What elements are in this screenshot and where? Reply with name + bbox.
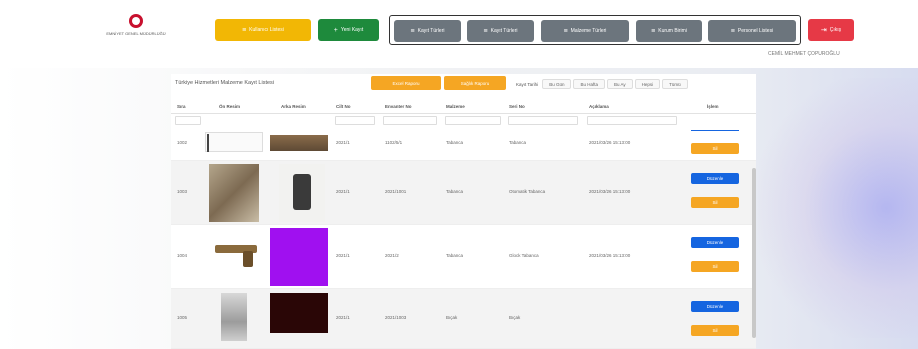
column-filter-row	[171, 114, 756, 128]
cell-aciklama: 2021/03/26 15:13:00	[589, 253, 631, 258]
police-emblem-icon	[129, 14, 143, 28]
cell-sira: 1004	[177, 253, 188, 258]
record-types-button-2[interactable]: ≡ Kayıt Türleri	[467, 20, 534, 42]
column-header: Cilt No	[336, 104, 351, 109]
column-header: Sıra	[177, 104, 186, 109]
front-image[interactable]	[209, 164, 259, 222]
filter-input-aciklama[interactable]	[587, 116, 677, 125]
cell-tur: Bıçak	[509, 315, 521, 320]
records-panel: Türkiye Hizmetleri Malzeme Kayıt Listesi…	[171, 74, 756, 349]
top-header: EMNİYET GENEL MÜDÜRLÜĞÜ ≡ Kullanıcı List…	[0, 0, 918, 68]
filter-input-malzeme[interactable]	[445, 116, 501, 125]
column-header: Seri No	[509, 104, 525, 109]
filter-tab-all[interactable]: Hepsi	[634, 79, 661, 89]
cell-cilt: 2021/1	[336, 140, 350, 145]
back-image[interactable]	[279, 164, 325, 222]
unit-button[interactable]: ≡ Kurum Birimi	[636, 20, 702, 42]
delete-button[interactable]: Sil	[691, 325, 739, 336]
cell-malzeme: Tabanca	[446, 140, 464, 145]
cell-aciklama: 2021/03/26 15:13:00	[589, 140, 631, 145]
cell-aciklama: 2021/03/26 15:13:00	[589, 189, 631, 194]
cell-malzeme: Tabanca	[446, 253, 464, 258]
logo-line-1: EMNİYET GENEL MÜDÜRLÜĞÜ	[106, 31, 166, 36]
filter-input-sira[interactable]	[175, 116, 201, 125]
cell-malzeme: Bıçak	[446, 315, 458, 320]
edit-button[interactable]: Düzenle	[691, 173, 739, 184]
cell-envanter: 2021/2	[385, 253, 399, 258]
list-icon: ≡	[651, 27, 656, 35]
column-header: Envanter No	[385, 104, 412, 109]
edit-button[interactable]: Düzenle	[691, 301, 739, 312]
column-header: Ön Resim	[219, 104, 241, 109]
filter-label: Kayıt Tarihi	[516, 81, 539, 87]
list-icon: ≡	[730, 27, 735, 35]
plus-icon: +	[333, 26, 338, 34]
table-row: 1004 2021/1 2021/2 Tabanca Glock Tabanca…	[171, 225, 756, 289]
back-image[interactable]	[270, 228, 328, 286]
table-row: 1003 2021/1 2021/1001 Tabanca Otomatik T…	[171, 161, 756, 225]
date-filter-bar: Kayıt Tarihi Bu Gün Bu Hafta Bu Ay Hepsi…	[516, 79, 688, 89]
filter-tab-today[interactable]: Bu Gün	[542, 79, 572, 89]
list-icon: ≡	[483, 27, 488, 35]
new-record-button[interactable]: + Yeni Kayıt	[318, 19, 379, 41]
front-image[interactable]	[221, 293, 247, 341]
filter-tab-total[interactable]: Tümü	[662, 79, 688, 89]
filter-tab-week[interactable]: Bu Hafta	[573, 79, 605, 89]
delete-button[interactable]: Sil	[691, 143, 739, 154]
row-divider	[691, 130, 739, 131]
table-scrollbar[interactable]	[752, 168, 756, 338]
cell-envanter: 2021/1001	[385, 189, 407, 194]
front-image[interactable]	[211, 239, 261, 269]
user-name: CEMİL MEHMET ÇOPUROĞLU	[768, 51, 840, 57]
cell-cilt: 2021/1	[336, 189, 350, 194]
cell-sira: 1005	[177, 315, 188, 320]
filter-input-seri[interactable]	[508, 116, 578, 125]
cell-envanter: 1102/5/1	[385, 140, 403, 145]
cell-malzeme: Tabanca	[446, 189, 464, 194]
column-header: Arka Resim	[281, 104, 306, 109]
filter-input-envanter[interactable]	[383, 116, 437, 125]
excel-report-button[interactable]: Excel Raporu	[371, 76, 441, 90]
back-image[interactable]	[270, 293, 328, 333]
user-list-button[interactable]: ≡ Kullanıcı Listesi	[215, 19, 311, 41]
filter-input-cilt[interactable]	[335, 116, 375, 125]
cell-tur: Tabanca	[509, 140, 527, 145]
panel-title: Türkiye Hizmetleri Malzeme Kayıt Listesi	[175, 80, 275, 86]
cell-tur: Glock Tabanca	[509, 253, 539, 258]
health-report-button[interactable]: Sağlık Raporu	[444, 76, 506, 90]
logout-icon: ⇥	[820, 26, 827, 34]
edit-button[interactable]: Düzenle	[691, 237, 739, 248]
cell-cilt: 2021/1	[336, 253, 350, 258]
cell-envanter: 2021/1003	[385, 315, 407, 320]
table-header: Sıra Ön Resim Arka Resim Cilt No Envante…	[171, 100, 756, 114]
front-image[interactable]	[205, 132, 263, 152]
content-area: Türkiye Hizmetleri Malzeme Kayıt Listesi…	[0, 68, 918, 349]
filter-tab-month[interactable]: Bu Ay	[606, 79, 633, 89]
column-header: Açıklama	[589, 104, 609, 109]
delete-button[interactable]: Sil	[691, 197, 739, 208]
table-row: 1005 2021/1 2021/1003 Bıçak Bıçak Düzenl…	[171, 289, 756, 349]
cell-sira: 1003	[177, 189, 188, 194]
logout-button[interactable]: ⇥ Çıkış	[808, 19, 854, 41]
personnel-list-button[interactable]: ≡ Personel Listesi	[708, 20, 796, 42]
cell-sira: 1002	[177, 140, 188, 145]
logo: EMNİYET GENEL MÜDÜRLÜĞÜ	[96, 14, 176, 50]
cell-tur: Otomatik Tabanca	[509, 189, 546, 194]
list-icon: ≡	[410, 27, 415, 35]
cell-cilt: 2021/1	[336, 315, 350, 320]
column-header: Malzeme	[446, 104, 465, 109]
table-row: 1002 2021/1 1102/5/1 Tabanca Tabanca 202…	[171, 129, 756, 161]
list-icon: ≡	[563, 27, 568, 35]
back-image[interactable]	[270, 135, 328, 151]
column-header: İşlem	[707, 104, 719, 109]
delete-button[interactable]: Sil	[691, 261, 739, 272]
material-types-button[interactable]: ≡ Malzeme Türleri	[541, 20, 629, 42]
record-types-button[interactable]: ≡ Kayıt Türleri	[394, 20, 461, 42]
list-icon: ≡	[242, 26, 247, 34]
